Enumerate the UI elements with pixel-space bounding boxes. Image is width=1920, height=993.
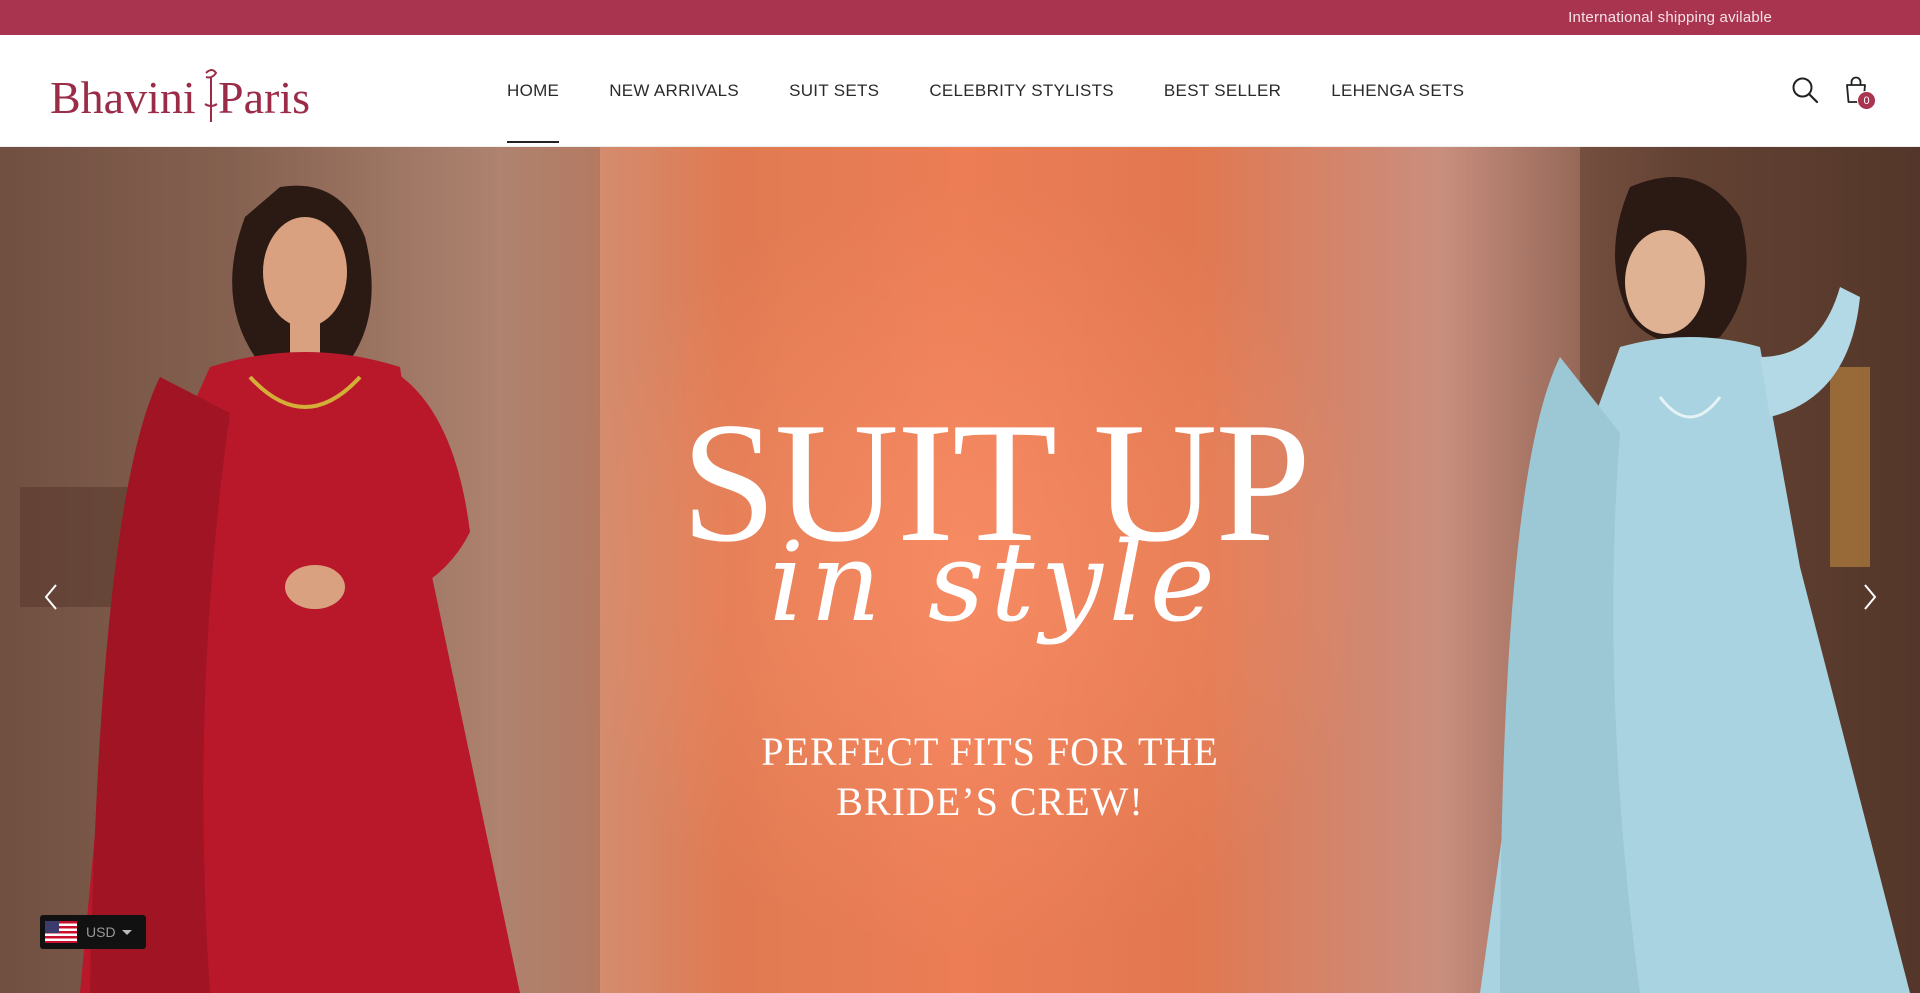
nav-lehenga-sets[interactable]: LEHENGA SETS xyxy=(1331,35,1464,147)
svg-text:Paris: Paris xyxy=(218,72,310,123)
search-icon[interactable] xyxy=(1790,75,1820,105)
announcement-text: International shipping avilable xyxy=(1568,9,1772,26)
hero-script-text: in style xyxy=(768,518,1222,646)
chevron-right-icon[interactable] xyxy=(1855,577,1885,617)
announcement-bar: International shipping avilable xyxy=(0,0,1920,35)
nav-best-seller[interactable]: BEST SELLER xyxy=(1164,35,1281,147)
model-red-dress-image xyxy=(0,147,600,993)
site-header: Bhavini Paris HOME NEW ARRIVALS SUIT SET… xyxy=(0,35,1920,147)
chevron-left-icon[interactable] xyxy=(36,577,66,617)
hero-banner[interactable]: SUIT UP in style PERFECT FITS FOR THE BR… xyxy=(0,147,1920,993)
hero-tagline-line2: BRIDE’S CREW! xyxy=(836,779,1144,824)
main-nav: HOME NEW ARRIVALS SUIT SETS CELEBRITY ST… xyxy=(507,35,1514,147)
currency-selector[interactable]: USD xyxy=(40,915,146,949)
cart-count-badge: 0 xyxy=(1857,91,1876,110)
model-blue-dress-image xyxy=(1480,147,1920,993)
caret-down-icon xyxy=(121,930,132,935)
nav-celebrity-stylists[interactable]: CELEBRITY STYLISTS xyxy=(929,35,1114,147)
logo-mark-icon: Bhavini Paris xyxy=(50,69,310,123)
currency-code: USD xyxy=(86,924,116,940)
nav-home[interactable]: HOME xyxy=(507,35,560,147)
hero-tagline: PERFECT FITS FOR THE BRIDE’S CREW! xyxy=(690,727,1290,827)
brand-logo[interactable]: Bhavini Paris xyxy=(50,65,350,125)
hero-tagline-line1: PERFECT FITS FOR THE xyxy=(761,729,1219,774)
nav-new-arrivals[interactable]: NEW ARRIVALS xyxy=(609,35,739,147)
nav-suit-sets[interactable]: SUIT SETS xyxy=(789,35,879,147)
us-flag-icon xyxy=(45,921,77,943)
svg-text:Bhavini: Bhavini xyxy=(50,72,196,123)
